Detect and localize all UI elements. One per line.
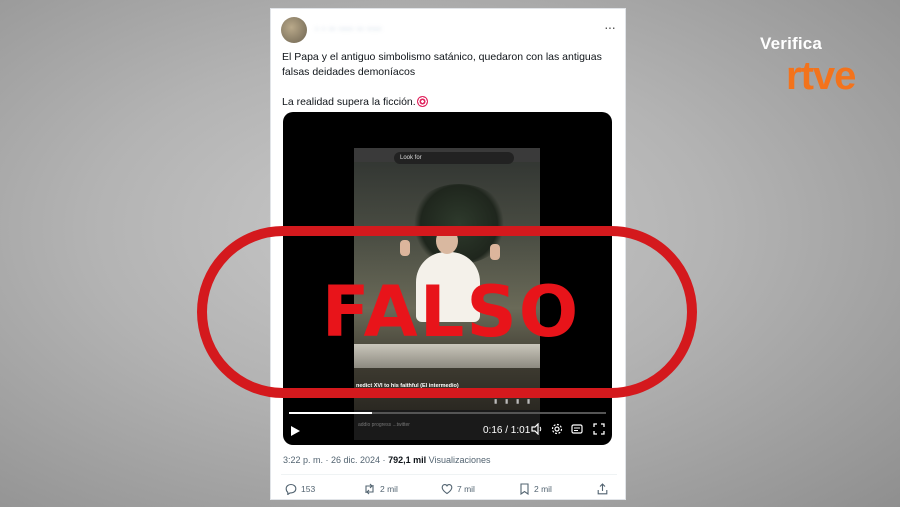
target-emoji-icon (416, 96, 428, 107)
like-count: 7 mil (457, 484, 475, 494)
falso-stamp: FALSO (197, 226, 697, 398)
views-count: 792,1 mil (388, 455, 427, 465)
repost-count: 2 mil (380, 484, 398, 494)
tweet-header: · · ·· ···· ·· ···· ··· (281, 17, 617, 43)
volume-icon[interactable] (531, 422, 543, 439)
tweet-text-line2-wrap: La realidad supera la ficción. (282, 95, 618, 110)
bookmark-button[interactable]: 2 mil (519, 483, 552, 496)
divider (281, 474, 617, 475)
repost-button[interactable]: 2 mil (363, 483, 398, 495)
views-label: Visualizaciones (428, 455, 491, 465)
falso-stamp-label: FALSO (321, 271, 581, 353)
video-progress-bar[interactable] (289, 412, 606, 414)
share-icon (597, 483, 608, 495)
tweet-meta: 3:22 p. m. · 26 dic. 2024 · 792,1 mil Vi… (283, 455, 491, 465)
logo-verifica-text: Verifica (760, 34, 823, 53)
heart-icon (441, 484, 453, 495)
bookmark-count: 2 mil (534, 484, 552, 494)
reply-icon (285, 483, 297, 496)
reply-count: 153 (301, 484, 316, 494)
logo-rtve-text: rtve (786, 54, 856, 98)
tweet-actions: 153 2 mil 7 mil 2 mil (285, 483, 615, 497)
tweet-timestamp[interactable]: 3:22 p. m. · 26 dic. 2024 · (283, 455, 386, 465)
play-icon[interactable] (291, 426, 300, 436)
inner-video-controls: ▮ ▮ ▮ ▮ (494, 399, 534, 405)
settings-icon[interactable] (551, 423, 563, 439)
more-options-icon[interactable]: ··· (604, 19, 616, 35)
share-button[interactable] (597, 483, 612, 495)
tweet-text: El Papa y el antiguo simbolismo satánico… (282, 50, 618, 110)
bookmark-icon (520, 483, 529, 496)
video-time: 0:16 / 1:01 (483, 425, 531, 436)
fullscreen-icon[interactable] (593, 423, 605, 439)
video-progress-fill (289, 412, 373, 414)
search-bar: Look for (394, 152, 514, 164)
like-button[interactable]: 7 mil (441, 483, 475, 495)
video-controls: 0:16 / 1:01 (283, 422, 612, 441)
user-handle-blurred[interactable]: · · ·· ···· ·· ···· (315, 23, 382, 35)
avatar[interactable] (281, 17, 307, 43)
captions-icon[interactable] (571, 423, 583, 439)
tweet-text-line2: La realidad supera la ficción. (282, 96, 416, 108)
repost-icon (365, 483, 374, 495)
reply-button[interactable]: 153 (285, 483, 316, 496)
tweet-text-line1: El Papa y el antiguo simbolismo satánico… (282, 51, 602, 78)
verifica-rtve-logo: Verifica rtve (760, 32, 870, 102)
